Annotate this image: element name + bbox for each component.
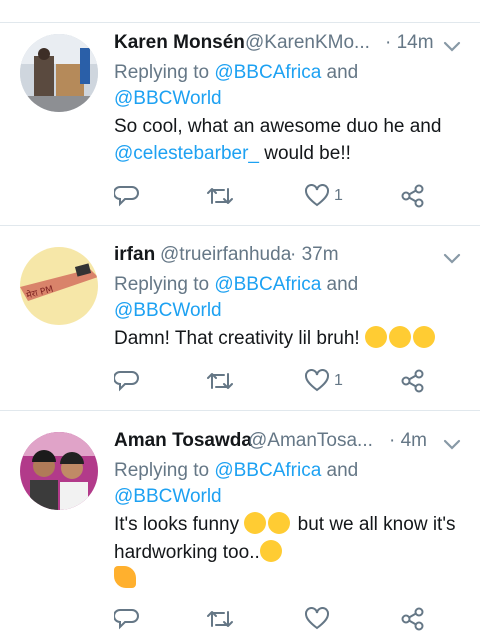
replying-label: Replying to: [114, 460, 215, 481]
retweet-icon: [207, 373, 233, 389]
like-count: 1: [334, 372, 343, 389]
user-handle[interactable]: @trueirfanhuda: [160, 244, 291, 266]
tweet-text: hardworking too..: [114, 542, 260, 563]
share-icon: [401, 369, 424, 393]
laughing-emoji-icon: [364, 326, 387, 348]
replying-and: and: [321, 62, 359, 83]
replying-label: Replying to: [114, 62, 215, 83]
share-button[interactable]: [400, 181, 426, 211]
mention-link[interactable]: @BBCWorld: [114, 300, 222, 321]
replying-line: Replying to @BBCAfrica and: [114, 60, 358, 86]
like-button[interactable]: 1: [304, 366, 343, 396]
replying-line: Replying to @BBCAfrica and: [114, 272, 358, 298]
mention-link[interactable]: @BBCAfrica: [214, 460, 321, 481]
retweet-button[interactable]: [205, 604, 235, 634]
reply-button[interactable]: [114, 366, 140, 396]
heart-icon: [305, 369, 329, 392]
flexed-biceps-emoji-icon: [114, 566, 136, 588]
display-name[interactable]: irfan: [114, 244, 155, 266]
reply-icon: [114, 371, 139, 392]
confused-emoji-icon: [259, 540, 282, 562]
chevron-down-icon[interactable]: [442, 38, 462, 52]
action-bar: [0, 604, 480, 634]
heart-icon: [305, 607, 329, 630]
laughing-emoji-icon: [268, 512, 291, 534]
laughing-emoji-icon: [388, 326, 411, 348]
like-count: 1: [334, 187, 343, 204]
tweet-divider: [0, 410, 480, 411]
action-bar: 1: [0, 366, 480, 396]
reply-icon: [114, 609, 139, 630]
display-name[interactable]: Karen Monsén: [114, 32, 245, 54]
reply-button[interactable]: [114, 604, 140, 634]
timestamp[interactable]: · 4m: [389, 430, 427, 452]
action-bar: 1: [0, 181, 480, 211]
chevron-down-icon[interactable]: [442, 250, 462, 264]
mention-link[interactable]: @BBCWorld: [114, 88, 222, 109]
like-button[interactable]: [304, 604, 330, 634]
timestamp[interactable]: · 37m: [290, 244, 339, 266]
replying-and: and: [321, 274, 359, 295]
share-icon: [401, 184, 424, 208]
retweet-icon: [207, 188, 233, 204]
tweet-text: It's looks funny: [114, 514, 245, 535]
tweet-divider: [0, 225, 480, 226]
tweet-text: but we all know it's: [292, 514, 456, 535]
mention-link[interactable]: @celestebarber_: [114, 143, 259, 164]
retweet-button[interactable]: [205, 366, 235, 396]
replying-label: Replying to: [114, 274, 215, 295]
reply-icon: [114, 186, 139, 207]
tweet-text: So cool, what an awesome duo he and: [114, 116, 442, 137]
mention-link[interactable]: @BBCAfrica: [214, 62, 321, 83]
tweet-text: Damn! That creativity lil bruh!: [114, 328, 365, 349]
tweet-text: would be!!: [258, 143, 351, 164]
replying-and: and: [321, 460, 359, 481]
like-button[interactable]: 1: [304, 181, 343, 211]
mention-link[interactable]: @BBCAfrica: [214, 274, 321, 295]
share-button[interactable]: [400, 366, 426, 396]
user-handle[interactable]: @KarenKMo...: [245, 32, 370, 54]
mention-link[interactable]: @BBCWorld: [114, 486, 222, 507]
laughing-emoji-icon: [244, 512, 267, 534]
user-handle[interactable]: @AmanTosa...: [248, 430, 373, 452]
avatar[interactable]: [20, 34, 98, 112]
chevron-down-icon[interactable]: [442, 436, 462, 450]
retweet-icon: [207, 611, 233, 627]
reply-button[interactable]: [114, 181, 140, 211]
retweet-button[interactable]: [205, 181, 235, 211]
share-button[interactable]: [400, 604, 426, 634]
display-name[interactable]: Aman Tosawda: [114, 430, 252, 452]
replying-line: Replying to @BBCAfrica and: [114, 458, 358, 484]
heart-icon: [305, 184, 329, 207]
avatar[interactable]: [20, 432, 98, 510]
laughing-emoji-icon: [412, 326, 435, 348]
share-icon: [401, 607, 424, 631]
top-divider: [0, 22, 480, 23]
timestamp[interactable]: · 14m: [385, 32, 434, 54]
avatar[interactable]: मेरा PM: [20, 247, 98, 325]
